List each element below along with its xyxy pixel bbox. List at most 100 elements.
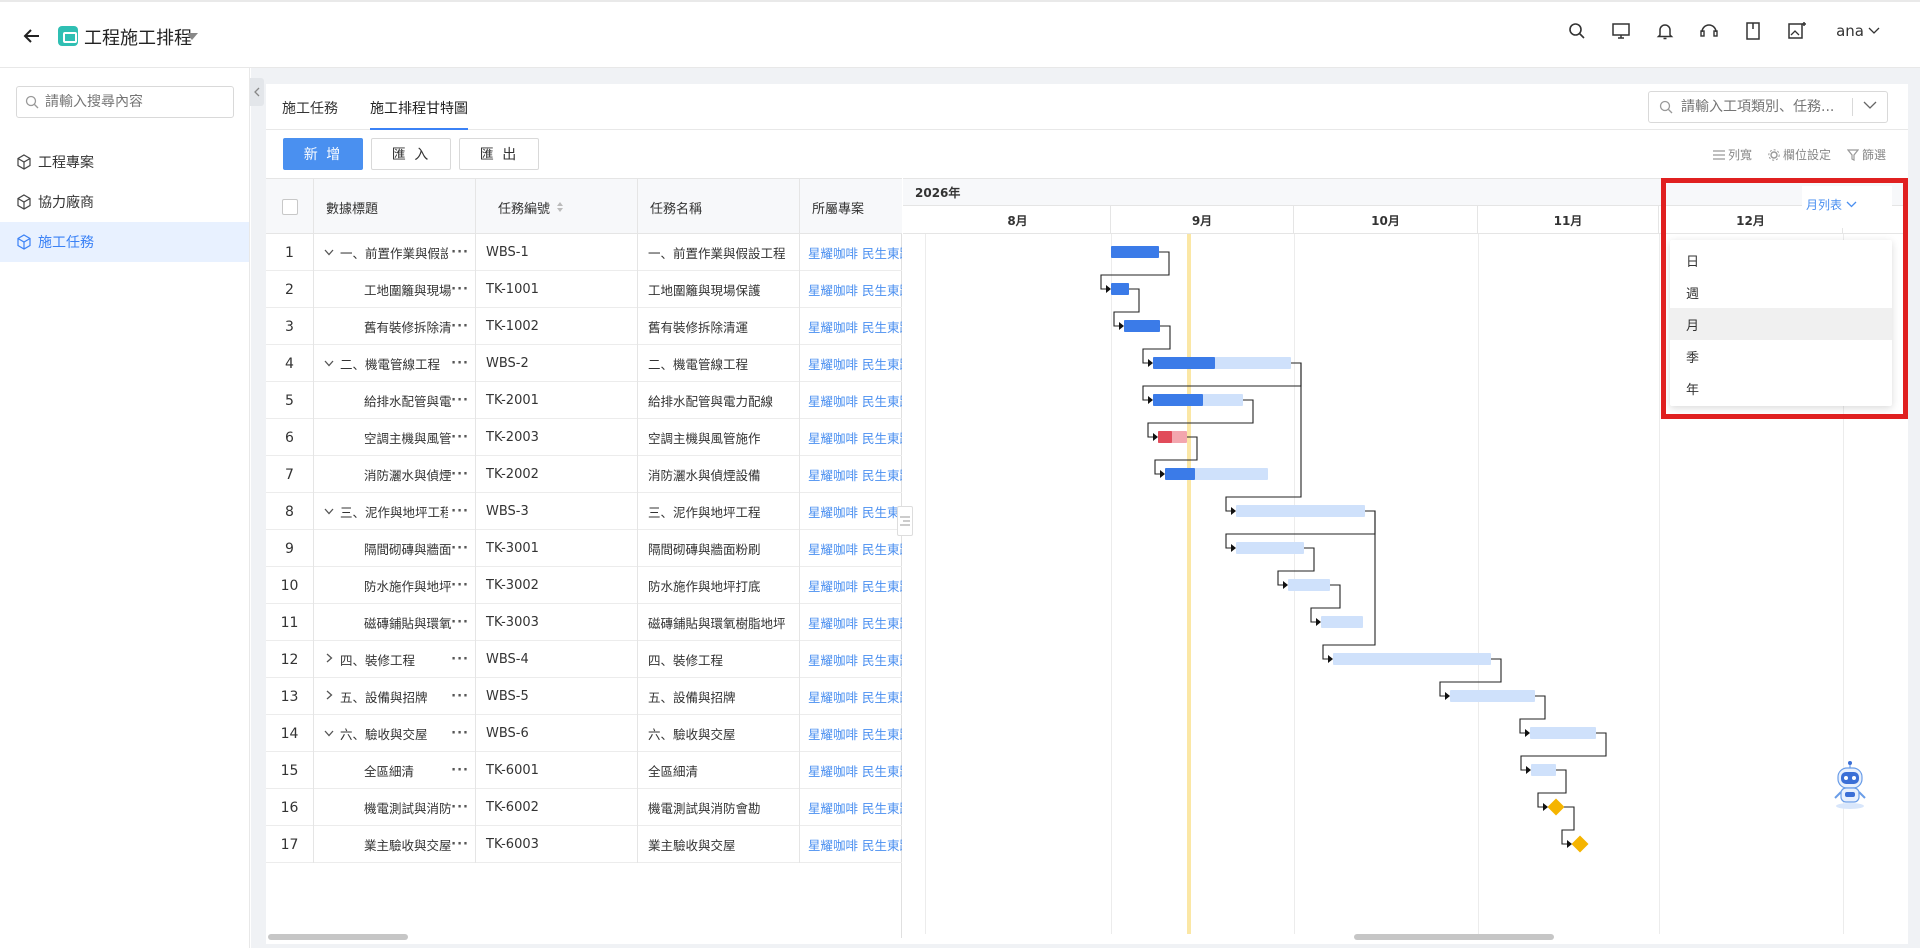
header-project[interactable]: 所屬專案 <box>800 179 902 235</box>
gantt-bar[interactable] <box>1153 394 1243 406</box>
table-row[interactable]: 4 二、機電管線工程 ··· WBS-2 二、機電管線工程 星耀咖啡 民生東路店 <box>266 345 902 382</box>
table-row[interactable]: 17 業主驗收與交屋 ··· TK-6003 業主驗收與交屋 星耀咖啡 民生東路… <box>266 826 902 863</box>
app-title[interactable]: 工程施工排程 <box>84 24 192 50</box>
table-row[interactable]: 6 空調主機與風管施作 ··· TK-2003 空調主機與風管施作 星耀咖啡 民… <box>266 419 902 456</box>
table-row[interactable]: 14 六、驗收與交屋 ··· WBS-6 六、驗收與交屋 星耀咖啡 民生東路店 <box>266 715 902 752</box>
chevron-down-icon[interactable] <box>322 246 336 259</box>
gantt-bar[interactable] <box>1111 283 1129 295</box>
more-options-icon[interactable]: ··· <box>451 800 469 815</box>
table-row[interactable]: 8 三、泥作與地坪工程 ··· WBS-3 三、泥作與地坪工程 星耀咖啡 民生東… <box>266 493 902 530</box>
add-button[interactable]: 新 增 <box>283 138 363 170</box>
more-options-icon[interactable]: ··· <box>451 393 469 408</box>
header-name[interactable]: 任務名稱 <box>638 179 800 235</box>
select-all-checkbox[interactable] <box>281 199 298 215</box>
more-options-icon[interactable]: ··· <box>451 837 469 852</box>
gantt-bar[interactable] <box>1321 616 1363 628</box>
gantt-bar[interactable] <box>1236 542 1304 554</box>
import-button[interactable]: 匯 入 <box>371 138 451 170</box>
gantt-bar[interactable] <box>1288 579 1330 591</box>
chevron-down-icon[interactable] <box>1863 101 1877 110</box>
monitor-icon[interactable] <box>1610 20 1632 42</box>
gantt-bar[interactable] <box>1111 246 1159 258</box>
view-option-day[interactable]: 日 <box>1670 244 1892 276</box>
table-row[interactable]: 13 五、設備與招牌 ··· WBS-5 五、設備與招牌 星耀咖啡 民生東路店 <box>266 678 902 715</box>
row-project-link[interactable]: 星耀咖啡 民生東路店 <box>800 715 902 752</box>
view-mode-toggle[interactable]: 月列表 <box>1806 196 1857 213</box>
row-project-link[interactable]: 星耀咖啡 民生東路店 <box>800 382 902 419</box>
image-add-icon[interactable] <box>1786 20 1808 42</box>
user-menu[interactable]: ana <box>1830 20 1880 42</box>
export-button[interactable]: 匯 出 <box>459 138 539 170</box>
more-options-icon[interactable]: ··· <box>451 652 469 667</box>
table-row[interactable]: 9 隔間砌磚與牆面粉刷 ··· TK-3001 隔間砌磚與牆面粉刷 星耀咖啡 民… <box>266 530 902 567</box>
row-project-link[interactable]: 星耀咖啡 民生東路店 <box>800 678 902 715</box>
tab-gantt[interactable]: 施工排程甘特圖 <box>370 98 468 130</box>
view-option-month[interactable]: 月 <box>1670 308 1892 340</box>
filter-button[interactable]: 篩選 <box>1846 146 1886 163</box>
row-project-link[interactable]: 星耀咖啡 民生東路店 <box>800 789 902 826</box>
more-options-icon[interactable]: ··· <box>451 356 469 371</box>
bell-icon[interactable] <box>1654 20 1676 42</box>
row-project-link[interactable]: 星耀咖啡 民生東路店 <box>800 641 902 678</box>
search-icon[interactable] <box>1566 20 1588 42</box>
more-options-icon[interactable]: ··· <box>451 467 469 482</box>
row-project-link[interactable]: 星耀咖啡 民生東路店 <box>800 419 902 456</box>
more-options-icon[interactable]: ··· <box>451 245 469 260</box>
chevron-down-icon[interactable] <box>322 727 336 740</box>
row-project-link[interactable]: 星耀咖啡 民生東路店 <box>800 308 902 345</box>
table-row[interactable]: 11 磁磚鋪貼與環氧樹脂地坪 ··· TK-3003 磁磚鋪貼與環氧樹脂地坪 星… <box>266 604 902 641</box>
table-row[interactable]: 3 舊有裝修拆除清運 ··· TK-1002 舊有裝修拆除清運 星耀咖啡 民生東… <box>266 308 902 345</box>
gantt-bar[interactable] <box>1158 431 1187 443</box>
more-options-icon[interactable]: ··· <box>451 726 469 741</box>
gantt-bar[interactable] <box>1165 468 1268 480</box>
document-icon[interactable] <box>1742 20 1764 42</box>
more-options-icon[interactable]: ··· <box>451 430 469 445</box>
sidebar-search-input[interactable] <box>45 94 225 110</box>
grid-scrollbar[interactable] <box>268 934 408 940</box>
row-project-link[interactable]: 星耀咖啡 民生東路店 <box>800 530 902 567</box>
chevron-down-icon[interactable] <box>322 505 336 518</box>
chevron-right-icon[interactable] <box>322 653 336 666</box>
more-options-icon[interactable]: ··· <box>451 282 469 297</box>
row-project-link[interactable]: 星耀咖啡 民生東路店 <box>800 493 902 530</box>
gantt-milestone[interactable] <box>1571 835 1589 853</box>
view-option-week[interactable]: 週 <box>1670 276 1892 308</box>
row-project-link[interactable]: 星耀咖啡 民生東路店 <box>800 234 902 271</box>
table-row[interactable]: 2 工地圍籬與現場保護 ··· TK-1001 工地圍籬與現場保護 星耀咖啡 民… <box>266 271 902 308</box>
more-options-icon[interactable]: ··· <box>451 541 469 556</box>
sort-icon[interactable] <box>556 201 564 213</box>
header-code[interactable]: 任務編號 <box>476 179 638 235</box>
column-width-button[interactable]: 列寬 <box>1712 146 1752 163</box>
gantt-bar[interactable] <box>1531 764 1556 776</box>
back-arrow-icon[interactable] <box>18 22 46 50</box>
more-options-icon[interactable]: ··· <box>451 578 469 593</box>
chevron-right-icon[interactable] <box>322 690 336 703</box>
column-settings-button[interactable]: 欄位設定 <box>1768 146 1831 163</box>
sidebar-item-contractors[interactable]: 協力廠商 <box>0 182 249 222</box>
sidebar-collapse-handle[interactable] <box>250 78 264 106</box>
row-project-link[interactable]: 星耀咖啡 民生東路店 <box>800 345 902 382</box>
more-options-icon[interactable]: ··· <box>451 504 469 519</box>
tab-tasks[interactable]: 施工任務 <box>282 98 338 128</box>
table-row[interactable]: 16 機電測試與消防會勘 ··· TK-6002 機電測試與消防會勘 星耀咖啡 … <box>266 789 902 826</box>
table-row[interactable]: 1 一、前置作業與假設工程 ··· WBS-1 一、前置作業與假設工程 星耀咖啡… <box>266 234 902 271</box>
gantt-bar[interactable] <box>1450 690 1535 702</box>
gantt-bar[interactable] <box>1236 505 1365 517</box>
assistant-robot-icon[interactable] <box>1826 760 1874 810</box>
chevron-down-icon[interactable] <box>322 357 336 370</box>
row-project-link[interactable]: 星耀咖啡 民生東路店 <box>800 826 902 863</box>
row-project-link[interactable]: 星耀咖啡 民生東路店 <box>800 567 902 604</box>
title-dropdown-icon[interactable] <box>186 33 198 40</box>
task-search-input[interactable] <box>1681 99 1851 115</box>
gantt-bar[interactable] <box>1333 653 1491 665</box>
sidebar-item-tasks[interactable]: 施工任務 <box>0 222 249 262</box>
header-title[interactable]: 數據標題 <box>314 179 476 235</box>
table-row[interactable]: 10 防水施作與地坪打底 ··· TK-3002 防水施作與地坪打底 星耀咖啡 … <box>266 567 902 604</box>
headset-icon[interactable] <box>1698 20 1720 42</box>
sidebar-item-projects[interactable]: 工程專案 <box>0 142 249 182</box>
more-options-icon[interactable]: ··· <box>451 319 469 334</box>
row-project-link[interactable]: 星耀咖啡 民生東路店 <box>800 271 902 308</box>
gantt-bar[interactable] <box>1124 320 1160 332</box>
table-row[interactable]: 7 消防灑水與偵煙設備 ··· TK-2002 消防灑水與偵煙設備 星耀咖啡 民… <box>266 456 902 493</box>
table-row[interactable]: 15 全區細清 ··· TK-6001 全區細清 星耀咖啡 民生東路店 <box>266 752 902 789</box>
